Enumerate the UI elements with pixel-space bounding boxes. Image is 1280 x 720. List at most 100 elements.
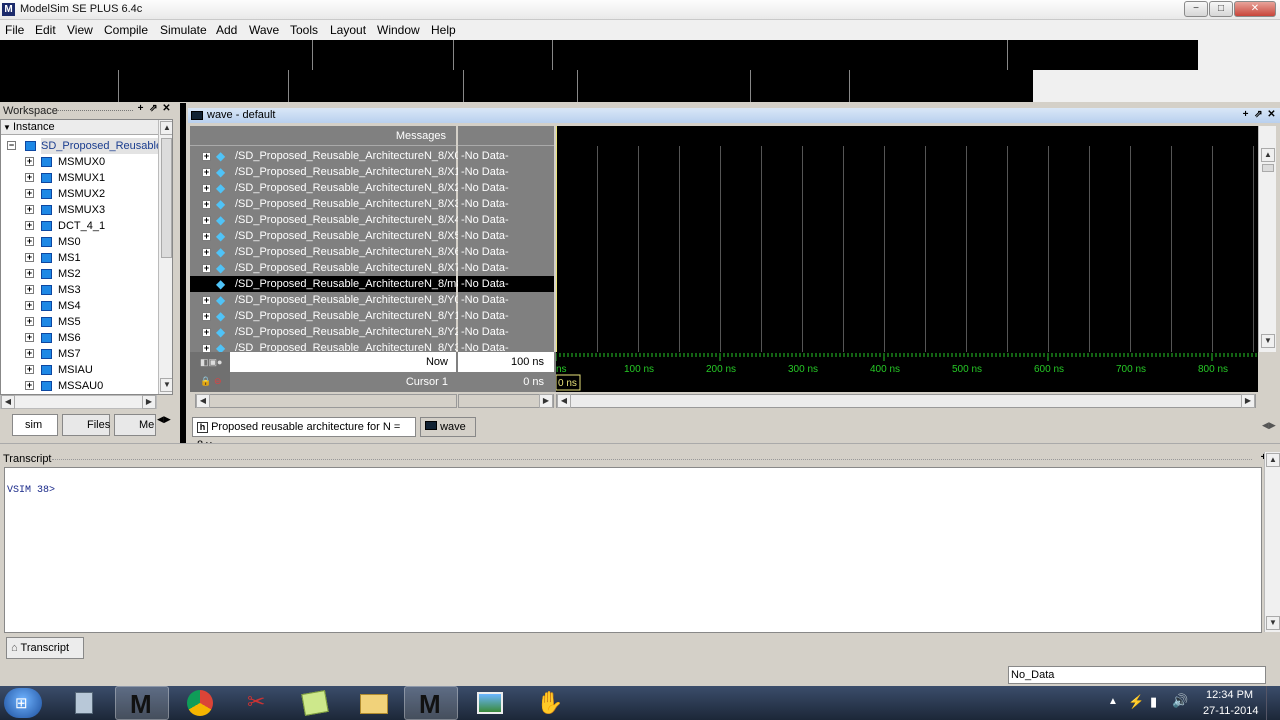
tree-item[interactable]: + MS3 xyxy=(1,282,157,298)
expand-icon[interactable]: + xyxy=(25,381,34,390)
expand-icon[interactable]: + xyxy=(25,221,34,230)
menu-edit[interactable]: Edit xyxy=(35,23,56,37)
tree-item[interactable]: + MSIAU xyxy=(1,362,157,378)
expand-icon[interactable]: + xyxy=(25,237,34,246)
expand-icon[interactable]: + xyxy=(202,184,211,193)
close-pane-icon[interactable]: ✕ xyxy=(161,104,172,115)
dock-plus-icon[interactable]: + xyxy=(1240,110,1251,121)
minimize-button[interactable]: − xyxy=(1184,1,1208,17)
tab-scroll-arrows[interactable]: ◀▶ xyxy=(157,414,171,425)
expand-icon[interactable]: + xyxy=(202,200,211,209)
expand-icon[interactable]: + xyxy=(25,253,34,262)
expand-icon[interactable]: + xyxy=(25,189,34,198)
drag-handle[interactable] xyxy=(52,459,1252,460)
expand-icon[interactable]: + xyxy=(202,264,211,273)
tree-item[interactable]: + MS2 xyxy=(1,266,157,282)
scroll-left-icon[interactable]: ◀ xyxy=(557,394,571,408)
clock-date[interactable]: 27-11-2014 xyxy=(1203,705,1258,717)
values-hscrollbar[interactable]: ▶ xyxy=(458,394,554,408)
taskbar-chrome[interactable] xyxy=(172,686,226,720)
expand-icon[interactable]: + xyxy=(202,152,211,161)
menu-view[interactable]: View xyxy=(67,23,93,37)
taskbar-sticky[interactable] xyxy=(288,686,342,720)
signal-row[interactable]: + ◆ /SD_Proposed_Reusable_ArchitectureN_8/… xyxy=(190,244,461,260)
tab-scroll-arrows[interactable]: ◀▶ xyxy=(1262,420,1276,431)
start-button[interactable]: ⊞ xyxy=(4,688,42,718)
scroll-up-icon[interactable]: ▲ xyxy=(1261,148,1275,162)
scroll-down-icon[interactable]: ▼ xyxy=(160,378,172,392)
scroll-thumb[interactable] xyxy=(161,138,172,258)
expand-icon[interactable]: + xyxy=(202,248,211,257)
tab-source-file[interactable]: h Proposed reusable architecture for N =… xyxy=(192,417,416,451)
tree-item[interactable]: + MSMUX3 xyxy=(1,202,157,218)
tree-item[interactable]: + MS0 xyxy=(1,234,157,250)
taskbar-modelsim[interactable]: M xyxy=(115,686,169,720)
menu-add[interactable]: Add xyxy=(216,23,237,37)
expand-icon[interactable]: + xyxy=(202,168,211,177)
close-button[interactable]: ✕ xyxy=(1234,1,1276,17)
tree-item[interactable]: + DCT_4_1 xyxy=(1,218,157,234)
undock-icon[interactable]: ⇗ xyxy=(148,104,159,115)
expand-icon[interactable]: + xyxy=(25,301,34,310)
scroll-down-icon[interactable]: ▼ xyxy=(1266,616,1280,630)
scroll-down-icon[interactable]: ▼ xyxy=(1261,334,1275,348)
clock-time[interactable]: 12:34 PM xyxy=(1206,689,1253,701)
wave-vscrollbar[interactable]: ▲ ▼ xyxy=(1258,126,1276,352)
menu-file[interactable]: File xyxy=(5,23,24,37)
transcript-vscrollbar[interactable]: ▲ ▼ xyxy=(1264,452,1280,632)
undock-icon[interactable]: ⇗ xyxy=(1253,110,1264,121)
expand-icon[interactable]: + xyxy=(25,157,34,166)
taskbar-modelsim-2[interactable]: M xyxy=(404,686,458,720)
scroll-left-icon[interactable]: ◀ xyxy=(1,395,15,409)
tab-sim[interactable]: sim xyxy=(12,414,58,436)
tree-item[interactable]: + MSSAU0 xyxy=(1,378,157,394)
expand-icon[interactable]: + xyxy=(25,269,34,278)
tree-vscrollbar[interactable]: ▲ ▼ xyxy=(158,120,172,394)
wave-hscrollbar[interactable]: ◀ ▶ xyxy=(556,394,1256,408)
menu-wave[interactable]: Wave xyxy=(249,23,279,37)
expand-icon[interactable]: + xyxy=(25,333,34,342)
tree-item[interactable]: + MS4 xyxy=(1,298,157,314)
taskbar-calculator[interactable] xyxy=(58,686,112,720)
tree-item[interactable]: + MSMUX2 xyxy=(1,186,157,202)
signal-row[interactable]: + ◆ /SD_Proposed_Reusable_ArchitectureN_8/… xyxy=(190,260,461,276)
tree-hscrollbar[interactable]: ◀ ▶ xyxy=(0,395,157,409)
tree-item[interactable]: + MSMUX1 xyxy=(1,170,157,186)
scroll-left-icon[interactable]: ◀ xyxy=(196,394,210,408)
scroll-up-icon[interactable]: ▲ xyxy=(1266,453,1280,467)
tree-item[interactable]: + MS1 xyxy=(1,250,157,266)
pane-splitter[interactable] xyxy=(0,443,1280,451)
lock-icon[interactable]: 🔒 xyxy=(200,376,211,387)
taskbar-snipping[interactable]: ✂ xyxy=(230,686,284,720)
show-hidden-icons[interactable]: ▲ xyxy=(1108,696,1118,707)
scroll-up-icon[interactable]: ▲ xyxy=(160,121,172,135)
scroll-right-icon[interactable]: ▶ xyxy=(539,394,553,408)
cursor-line[interactable] xyxy=(556,126,557,352)
menu-layout[interactable]: Layout xyxy=(330,23,366,37)
signal-row[interactable]: ◆ /SD_Proposed_Reusable_ArchitectureN_8/m… xyxy=(190,276,462,292)
menu-help[interactable]: Help xyxy=(431,23,456,37)
close-pane-icon[interactable]: ✕ xyxy=(1266,110,1277,121)
remove-cursor-icon[interactable]: ⊖ xyxy=(214,376,222,387)
expand-icon[interactable]: + xyxy=(25,365,34,374)
menu-window[interactable]: Window xyxy=(377,23,420,37)
zoom-icons[interactable]: ◧▣● xyxy=(200,357,222,368)
expand-icon[interactable]: + xyxy=(202,232,211,241)
tree-item[interactable]: + MS6 xyxy=(1,330,157,346)
expand-icon[interactable]: + xyxy=(202,312,211,321)
expand-icon[interactable]: + xyxy=(202,216,211,225)
signal-icon[interactable]: ▮ xyxy=(1150,694,1157,710)
tree-item[interactable]: + MS7 xyxy=(1,346,157,362)
menu-simulate[interactable]: Simulate xyxy=(160,23,207,37)
power-icon[interactable]: ⚡ xyxy=(1128,694,1144,710)
tree-item[interactable]: + MS5 xyxy=(1,314,157,330)
signal-row[interactable]: + ◆ /SD_Proposed_Reusable_ArchitectureN_8/… xyxy=(190,148,461,164)
signal-row[interactable]: + ◆ /SD_Proposed_Reusable_ArchitectureN_8/… xyxy=(190,196,461,212)
expand-icon[interactable]: + xyxy=(25,285,34,294)
instance-column-header[interactable]: ▼ Instance xyxy=(1,120,161,135)
scroll-right-icon[interactable]: ▶ xyxy=(142,395,156,409)
expand-icon[interactable]: + xyxy=(202,296,211,305)
tab-files[interactable]: Files xyxy=(62,414,110,436)
taskbar-photos[interactable] xyxy=(462,686,516,720)
names-hscrollbar[interactable]: ◀ xyxy=(195,394,457,408)
